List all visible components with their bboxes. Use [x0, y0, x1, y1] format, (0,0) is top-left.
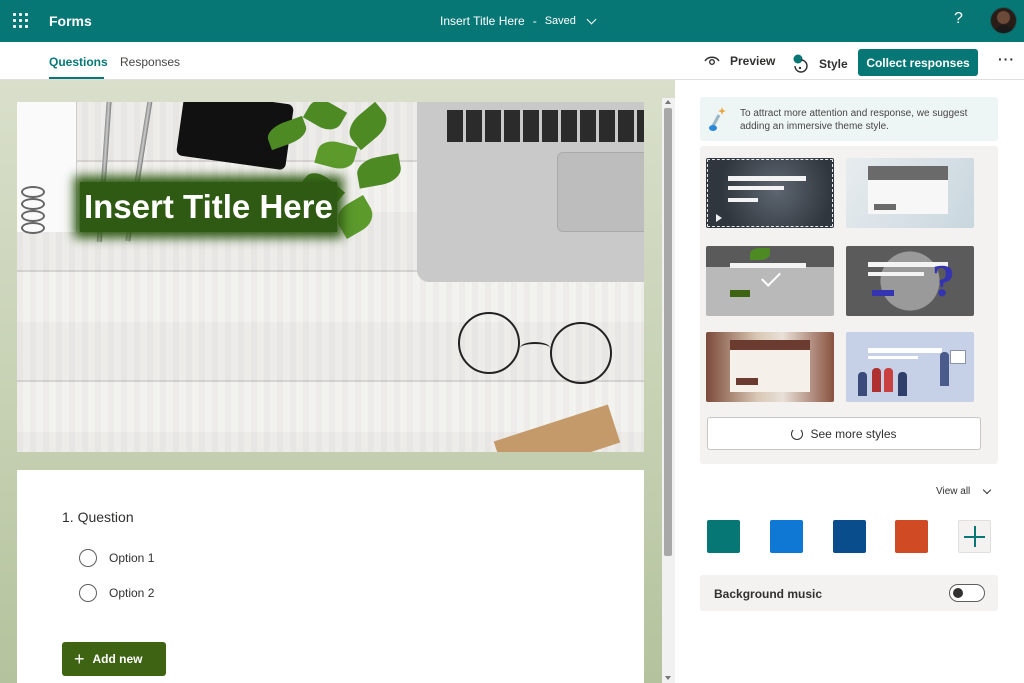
- more-options-icon[interactable]: ···: [998, 51, 1015, 67]
- preview-button[interactable]: Preview: [704, 54, 775, 68]
- tab-questions[interactable]: Questions: [49, 55, 108, 69]
- choice-option[interactable]: Option 2: [79, 584, 154, 602]
- background-music-label: Background music: [714, 587, 823, 601]
- play-icon: [716, 214, 722, 222]
- app-header: Forms Insert Title Here - Saved ?: [0, 0, 1024, 42]
- document-title: Insert Title Here: [440, 14, 525, 28]
- collect-responses-button[interactable]: Collect responses: [858, 49, 978, 76]
- tip-text: To attract more attention and response, …: [740, 108, 968, 132]
- help-icon[interactable]: ?: [954, 10, 963, 28]
- question-mark-graphic: ?: [932, 255, 955, 306]
- eye-icon: [704, 56, 720, 65]
- add-new-label: Add new: [92, 652, 143, 666]
- glasses-decoration: [458, 312, 520, 374]
- save-status: Saved: [544, 15, 576, 27]
- theme-gallery: ? See more styles: [700, 146, 998, 464]
- palette-icon: [793, 54, 808, 73]
- chevron-down-icon: [983, 485, 992, 494]
- theme-banner-image: Insert Title Here: [17, 102, 644, 452]
- background-music-toggle[interactable]: [949, 584, 985, 602]
- theme-thumbnail-presentation[interactable]: [846, 332, 974, 402]
- theme-thumbnail-writing[interactable]: [846, 158, 974, 228]
- color-swatch-teal[interactable]: [707, 520, 740, 553]
- scroll-down-arrow-icon[interactable]: [665, 676, 671, 680]
- app-name[interactable]: Forms: [49, 13, 92, 29]
- color-swatch-dark-blue[interactable]: [833, 520, 866, 553]
- avatar[interactable]: [990, 7, 1017, 34]
- question-title[interactable]: 1. Question: [62, 509, 134, 525]
- waffle-icon[interactable]: [13, 13, 28, 28]
- title-separator: -: [532, 14, 537, 28]
- radio-button[interactable]: [79, 549, 97, 567]
- document-title-menu[interactable]: Insert Title Here - Saved: [440, 14, 597, 28]
- see-more-styles-button[interactable]: See more styles: [707, 417, 981, 450]
- scroll-up-arrow-icon[interactable]: [665, 100, 671, 104]
- add-new-button[interactable]: + Add new: [62, 642, 166, 676]
- selected-check-icon: [761, 267, 781, 287]
- theme-thumbnail-chalkboard[interactable]: [706, 158, 834, 228]
- command-bar: Questions Responses Preview Style Collec…: [0, 42, 1024, 80]
- notebook-decoration: [17, 102, 77, 234]
- view-all-colors-button[interactable]: View all: [936, 485, 992, 497]
- style-label: Style: [819, 57, 848, 71]
- question-card[interactable]: 1. Question Option 1 Option 2 + Add new: [17, 470, 644, 683]
- choice-option[interactable]: Option 1: [79, 549, 154, 567]
- plus-icon: +: [74, 649, 85, 669]
- theme-thumbnail-friends[interactable]: [706, 332, 834, 402]
- brush-sparkle-icon: [709, 107, 726, 131]
- view-all-label: View all: [936, 486, 971, 497]
- laptop-decoration: [417, 102, 644, 282]
- theme-tip: To attract more attention and response, …: [700, 97, 998, 141]
- scrollbar-thumb[interactable]: [664, 108, 672, 556]
- see-more-label: See more styles: [810, 426, 897, 441]
- chevron-down-icon: [586, 14, 597, 24]
- background-music-row: Background music: [700, 575, 998, 611]
- theme-thumbnail-desk[interactable]: [706, 246, 834, 316]
- tab-responses[interactable]: Responses: [120, 55, 180, 69]
- theme-thumbnail-question-marks[interactable]: ?: [846, 246, 974, 316]
- form-canvas: Insert Title Here 1. Question Option 1 O…: [0, 80, 675, 683]
- color-swatch-blue[interactable]: [770, 520, 803, 553]
- color-swatch-orange[interactable]: [895, 520, 928, 553]
- style-button[interactable]: Style: [793, 54, 848, 74]
- refresh-icon: [791, 427, 804, 440]
- option-label: Option 1: [109, 551, 155, 565]
- style-panel: To attract more attention and response, …: [675, 80, 1024, 683]
- preview-label: Preview: [730, 54, 776, 68]
- add-custom-color-button[interactable]: [958, 520, 991, 553]
- form-title[interactable]: Insert Title Here: [80, 182, 337, 232]
- radio-button[interactable]: [79, 584, 97, 602]
- canvas-scrollbar[interactable]: [662, 98, 675, 683]
- active-tab-indicator: [49, 77, 104, 79]
- option-label: Option 2: [109, 586, 155, 600]
